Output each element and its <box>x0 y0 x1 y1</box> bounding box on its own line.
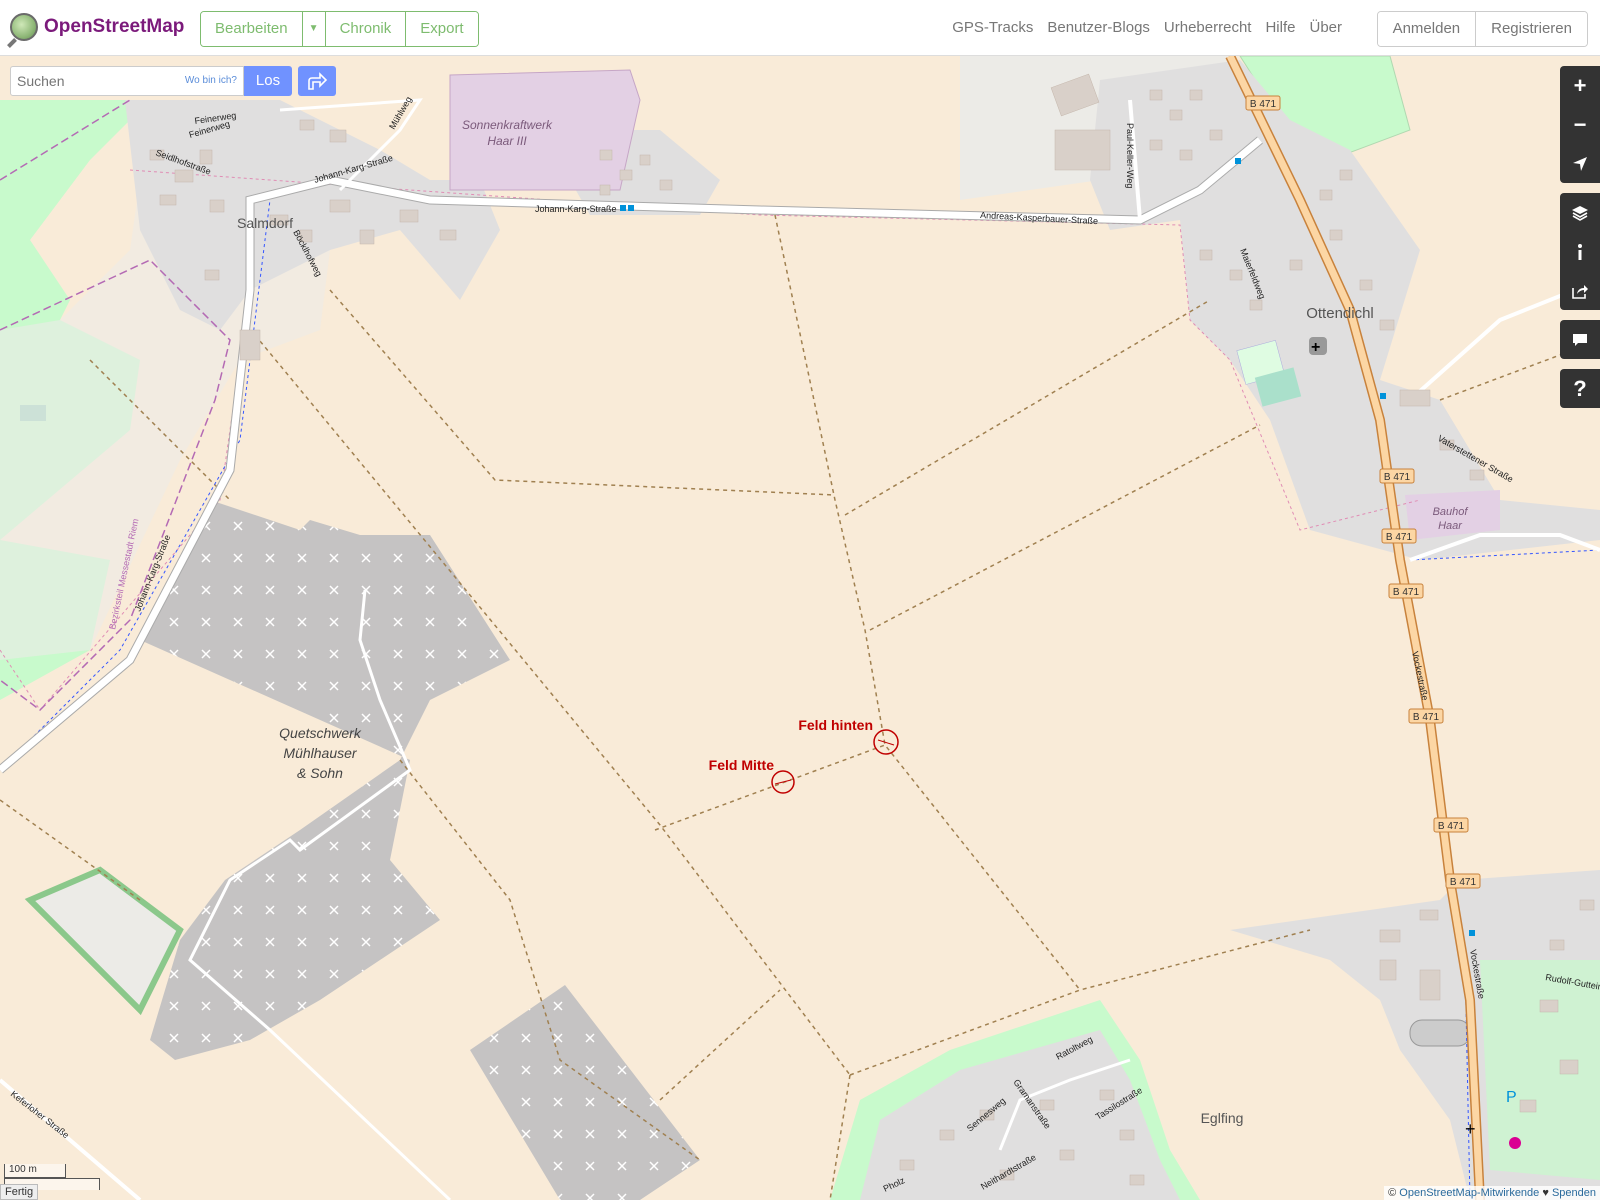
locate-button[interactable] <box>1560 144 1600 183</box>
area-label-quarry-2: Mühlhauser <box>283 745 357 761</box>
caret-down-icon: ▼ <box>308 23 319 34</box>
area-label-bauhof-1: Bauhof <box>1433 506 1469 518</box>
church-cross-icon: + <box>1311 339 1320 356</box>
road-ref-4: B 471 <box>1393 587 1420 598</box>
village-label-eglfing: Eglfing <box>1201 1110 1244 1126</box>
street-label-2: Johann-Karg-Straße <box>535 204 617 214</box>
cross-icon: + <box>1465 1119 1476 1139</box>
village-label-salmdorf: Salmdorf <box>237 215 293 231</box>
edit-button[interactable]: Bearbeiten <box>201 12 303 46</box>
road-ref-2: B 471 <box>1384 472 1411 483</box>
secondary-nav: GPS-Tracks Benutzer-Blogs Urheberrecht H… <box>952 19 1342 36</box>
query-controls: ? <box>1560 369 1600 408</box>
edit-button-group: Bearbeiten ▼ Chronik Export <box>200 11 479 47</box>
note-icon <box>1573 333 1587 346</box>
nav-copyright[interactable]: Urheberrecht <box>1164 19 1252 36</box>
zoom-controls: + − <box>1560 66 1600 183</box>
locate-arrow-icon <box>1573 156 1587 171</box>
search-input[interactable] <box>15 67 179 95</box>
road-ref-6: B 471 <box>1438 821 1465 832</box>
road-ref-1: B 471 <box>1250 99 1277 110</box>
map-canvas[interactable]: + + P Salmdorf Ottendichl Eglfing Sonnen… <box>0 56 1600 1200</box>
register-button[interactable]: Registrieren <box>1476 12 1587 46</box>
plus-icon: + <box>1573 72 1587 98</box>
area-label-solar-1: Sonnenkraftwerk <box>462 118 553 132</box>
nav-gps-traces[interactable]: GPS-Tracks <box>952 19 1033 36</box>
share-icon <box>1572 284 1588 299</box>
scale-bar-metric: 100 m <box>4 1164 66 1178</box>
layers-button[interactable] <box>1560 193 1600 232</box>
nav-about[interactable]: Über <box>1309 19 1342 36</box>
search-bar: Wo bin ich? Los <box>10 66 336 96</box>
zoom-in-button[interactable]: + <box>1560 66 1600 105</box>
area-label-bauhof-2: Haar <box>1438 520 1463 532</box>
area-label-quarry-1: Quetschwerk <box>279 725 362 741</box>
area-label-solar-2: Haar III <box>487 134 527 148</box>
status-text: Fertig <box>0 1184 39 1200</box>
login-button[interactable]: Anmelden <box>1377 12 1477 46</box>
top-header: OpenStreetMap Bearbeiten ▼ Chronik Expor… <box>0 0 1600 56</box>
search-field: Wo bin ich? <box>10 66 244 96</box>
map-svg: + + P Salmdorf Ottendichl Eglfing Sonnen… <box>0 56 1600 1200</box>
pharmacy-icon <box>1509 1137 1521 1149</box>
minus-icon: − <box>1573 111 1587 137</box>
history-button[interactable]: Chronik <box>325 12 407 46</box>
attribution: © OpenStreetMap-Mitwirkende ♥ Spenden <box>1384 1186 1600 1200</box>
layer-controls <box>1560 193 1600 310</box>
road-ref-5: B 471 <box>1413 712 1440 723</box>
map-controls: + − ? <box>1560 66 1600 418</box>
parking-icon: P <box>1506 1089 1517 1106</box>
marker-label-feld-mitte: Feld Mitte <box>709 757 775 773</box>
osm-logo[interactable]: OpenStreetMap <box>10 13 184 41</box>
track-field <box>1409 1019 1471 1047</box>
magnifier-globe-icon <box>10 13 38 41</box>
nav-user-diaries[interactable]: Benutzer-Blogs <box>1047 19 1150 36</box>
share-button[interactable] <box>1560 271 1600 310</box>
marker-label-feld-hinten: Feld hinten <box>798 717 873 733</box>
donate-link[interactable]: Spenden <box>1552 1187 1596 1199</box>
park-haar <box>1480 960 1600 1180</box>
bus-stop-icon <box>620 205 626 211</box>
road-ref-3: B 471 <box>1386 532 1413 543</box>
village-label-ottendichl: Ottendichl <box>1306 305 1374 322</box>
question-icon: ? <box>1573 375 1587 401</box>
export-button[interactable]: Export <box>406 12 478 46</box>
copyright-symbol: © <box>1388 1187 1397 1199</box>
layers-icon <box>1572 205 1588 221</box>
directions-button[interactable] <box>298 66 336 96</box>
directions-icon <box>308 72 328 90</box>
logo-text: OpenStreetMap <box>44 16 185 37</box>
nav-help[interactable]: Hilfe <box>1265 19 1295 36</box>
bus-stop-icon-4 <box>1380 393 1386 399</box>
auth-button-group: Anmelden Registrieren <box>1376 11 1588 47</box>
zoom-out-button[interactable]: − <box>1560 105 1600 144</box>
where-am-i-link[interactable]: Wo bin ich? <box>185 75 237 86</box>
heart-icon: ♥ <box>1542 1187 1549 1199</box>
bus-stop-icon-3 <box>1235 158 1241 164</box>
street-label-9: Paul-Keller-Weg <box>1125 123 1135 188</box>
note-controls <box>1560 320 1600 359</box>
add-note-button[interactable] <box>1560 320 1600 359</box>
contributors-link[interactable]: OpenStreetMap-Mitwirkende <box>1399 1187 1539 1199</box>
bus-stop-icon-5 <box>1469 930 1475 936</box>
search-go-button[interactable]: Los <box>244 66 292 96</box>
query-features-button[interactable]: ? <box>1560 369 1600 408</box>
area-label-quarry-3: & Sohn <box>297 765 343 781</box>
map-key-button[interactable] <box>1560 232 1600 271</box>
road-ref-7: B 471 <box>1450 877 1477 888</box>
edit-dropdown-button[interactable]: ▼ <box>302 12 326 46</box>
info-icon <box>1578 243 1582 260</box>
bus-stop-icon-2 <box>628 205 634 211</box>
